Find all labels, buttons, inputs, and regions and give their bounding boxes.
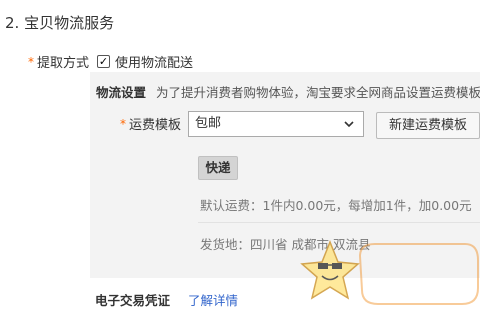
required-mark: * <box>120 116 126 131</box>
template-label: 运费模板 <box>129 118 182 133</box>
required-mark: * <box>28 54 34 69</box>
watermark-logo <box>300 238 480 314</box>
learn-more-link[interactable]: 了解详情 <box>188 293 238 308</box>
use-logistics-label[interactable]: 使用物流配送 <box>115 52 193 71</box>
template-select-value: 包邮 <box>195 116 222 131</box>
invoice-label: 电子交易凭证 <box>95 293 171 308</box>
template-row: * 运费模板 <box>120 114 182 134</box>
logistics-settings-label: 物流设置 <box>96 85 147 100</box>
logistics-settings-line: 物流设置 为了提升消费者购物体验，淘宝要求全网商品设置运费模板， <box>96 82 480 101</box>
logistics-settings-desc: 为了提升消费者购物体验，淘宝要求全网商品设置运费模板， <box>156 85 480 100</box>
divider <box>198 222 480 223</box>
star-mascot-icon <box>300 239 360 300</box>
invoice-row: 电子交易凭证 了解详情 <box>95 290 238 309</box>
pickup-method-label: 提取方式 <box>37 56 90 71</box>
checkmark-icon: ✓ <box>98 55 109 68</box>
section-title: 2. 宝贝物流服务 <box>5 14 115 32</box>
express-tag: 快递 <box>198 156 238 180</box>
default-fee-text: 默认运费：1件内0.00元，每增加1件，加0.00元 <box>200 198 472 213</box>
new-template-button[interactable]: 新建运费模板 <box>376 112 480 139</box>
use-logistics-checkbox[interactable]: ✓ <box>97 55 111 68</box>
pickup-method-row: * 提取方式 ✓ 使用物流配送 <box>28 52 193 72</box>
template-select[interactable]: 包邮 <box>188 111 364 137</box>
chevron-down-icon <box>343 112 355 144</box>
